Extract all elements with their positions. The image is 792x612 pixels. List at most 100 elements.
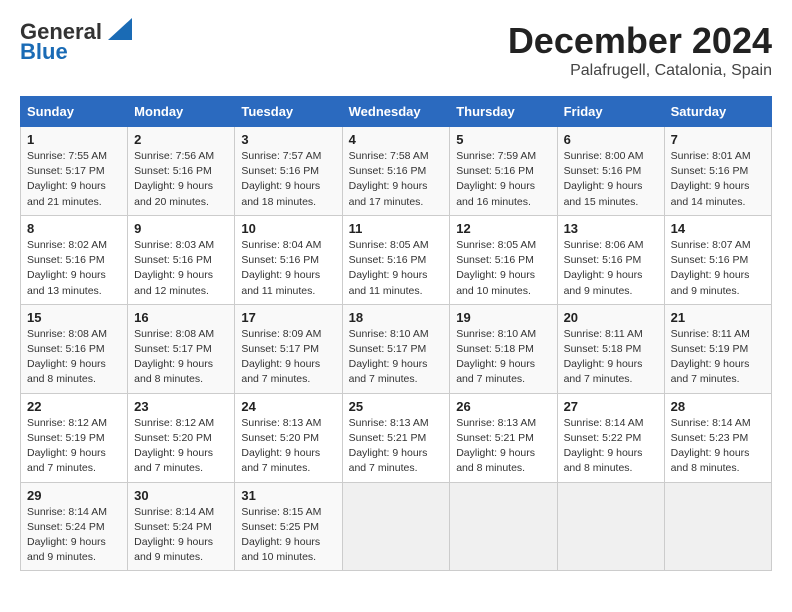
day-info: Sunrise: 8:11 AMSunset: 5:19 PMDaylight:… bbox=[671, 328, 750, 386]
col-header-thursday: Thursday bbox=[450, 97, 557, 127]
calendar-week-row: 1 Sunrise: 7:55 AMSunset: 5:17 PMDayligh… bbox=[21, 127, 772, 216]
calendar-cell bbox=[342, 482, 450, 571]
calendar-header-row: SundayMondayTuesdayWednesdayThursdayFrid… bbox=[21, 97, 772, 127]
day-number: 11 bbox=[349, 221, 444, 236]
day-number: 7 bbox=[671, 132, 765, 147]
col-header-tuesday: Tuesday bbox=[235, 97, 342, 127]
day-info: Sunrise: 7:56 AMSunset: 5:16 PMDaylight:… bbox=[134, 150, 214, 208]
day-number: 14 bbox=[671, 221, 765, 236]
day-info: Sunrise: 8:11 AMSunset: 5:18 PMDaylight:… bbox=[564, 328, 643, 386]
day-info: Sunrise: 8:01 AMSunset: 5:16 PMDaylight:… bbox=[671, 150, 751, 208]
day-info: Sunrise: 8:10 AMSunset: 5:17 PMDaylight:… bbox=[349, 328, 429, 386]
calendar-cell: 2 Sunrise: 7:56 AMSunset: 5:16 PMDayligh… bbox=[128, 127, 235, 216]
page-title: December 2024 bbox=[508, 20, 772, 62]
calendar-week-row: 15 Sunrise: 8:08 AMSunset: 5:16 PMDaylig… bbox=[21, 304, 772, 393]
title-block: December 2024 Palafrugell, Catalonia, Sp… bbox=[508, 20, 772, 80]
day-info: Sunrise: 8:14 AMSunset: 5:22 PMDaylight:… bbox=[564, 417, 644, 475]
day-info: Sunrise: 8:13 AMSunset: 5:20 PMDaylight:… bbox=[241, 417, 321, 475]
day-info: Sunrise: 8:15 AMSunset: 5:25 PMDaylight:… bbox=[241, 506, 321, 564]
calendar-cell: 30 Sunrise: 8:14 AMSunset: 5:24 PMDaylig… bbox=[128, 482, 235, 571]
day-info: Sunrise: 8:13 AMSunset: 5:21 PMDaylight:… bbox=[456, 417, 536, 475]
col-header-saturday: Saturday bbox=[664, 97, 771, 127]
calendar-cell: 25 Sunrise: 8:13 AMSunset: 5:21 PMDaylig… bbox=[342, 393, 450, 482]
day-info: Sunrise: 8:10 AMSunset: 5:18 PMDaylight:… bbox=[456, 328, 536, 386]
calendar-cell: 22 Sunrise: 8:12 AMSunset: 5:19 PMDaylig… bbox=[21, 393, 128, 482]
day-number: 16 bbox=[134, 310, 228, 325]
calendar-cell: 12 Sunrise: 8:05 AMSunset: 5:16 PMDaylig… bbox=[450, 215, 557, 304]
page-header: General Blue December 2024 Palafrugell, … bbox=[20, 20, 772, 80]
day-info: Sunrise: 8:00 AMSunset: 5:16 PMDaylight:… bbox=[564, 150, 644, 208]
day-number: 31 bbox=[241, 488, 335, 503]
day-info: Sunrise: 8:06 AMSunset: 5:16 PMDaylight:… bbox=[564, 239, 644, 297]
calendar-body: 1 Sunrise: 7:55 AMSunset: 5:17 PMDayligh… bbox=[21, 127, 772, 571]
day-number: 15 bbox=[27, 310, 121, 325]
calendar-cell: 26 Sunrise: 8:13 AMSunset: 5:21 PMDaylig… bbox=[450, 393, 557, 482]
calendar-cell: 3 Sunrise: 7:57 AMSunset: 5:16 PMDayligh… bbox=[235, 127, 342, 216]
col-header-monday: Monday bbox=[128, 97, 235, 127]
day-info: Sunrise: 8:08 AMSunset: 5:16 PMDaylight:… bbox=[27, 328, 107, 386]
col-header-wednesday: Wednesday bbox=[342, 97, 450, 127]
day-number: 12 bbox=[456, 221, 550, 236]
day-number: 26 bbox=[456, 399, 550, 414]
day-info: Sunrise: 8:07 AMSunset: 5:16 PMDaylight:… bbox=[671, 239, 751, 297]
day-number: 29 bbox=[27, 488, 121, 503]
calendar-cell: 4 Sunrise: 7:58 AMSunset: 5:16 PMDayligh… bbox=[342, 127, 450, 216]
day-info: Sunrise: 8:04 AMSunset: 5:16 PMDaylight:… bbox=[241, 239, 321, 297]
day-info: Sunrise: 7:58 AMSunset: 5:16 PMDaylight:… bbox=[349, 150, 429, 208]
logo-blue-text: Blue bbox=[20, 40, 68, 64]
calendar-cell: 29 Sunrise: 8:14 AMSunset: 5:24 PMDaylig… bbox=[21, 482, 128, 571]
day-number: 13 bbox=[564, 221, 658, 236]
day-number: 25 bbox=[349, 399, 444, 414]
calendar-cell: 21 Sunrise: 8:11 AMSunset: 5:19 PMDaylig… bbox=[664, 304, 771, 393]
calendar-cell: 23 Sunrise: 8:12 AMSunset: 5:20 PMDaylig… bbox=[128, 393, 235, 482]
calendar-cell: 9 Sunrise: 8:03 AMSunset: 5:16 PMDayligh… bbox=[128, 215, 235, 304]
day-number: 5 bbox=[456, 132, 550, 147]
page-subtitle: Palafrugell, Catalonia, Spain bbox=[508, 62, 772, 80]
calendar-cell: 14 Sunrise: 8:07 AMSunset: 5:16 PMDaylig… bbox=[664, 215, 771, 304]
calendar-cell: 18 Sunrise: 8:10 AMSunset: 5:17 PMDaylig… bbox=[342, 304, 450, 393]
calendar-cell bbox=[557, 482, 664, 571]
day-number: 21 bbox=[671, 310, 765, 325]
day-number: 22 bbox=[27, 399, 121, 414]
calendar-cell: 17 Sunrise: 8:09 AMSunset: 5:17 PMDaylig… bbox=[235, 304, 342, 393]
calendar-cell bbox=[664, 482, 771, 571]
day-number: 17 bbox=[241, 310, 335, 325]
day-number: 2 bbox=[134, 132, 228, 147]
day-number: 20 bbox=[564, 310, 658, 325]
day-number: 28 bbox=[671, 399, 765, 414]
logo: General Blue bbox=[20, 20, 132, 64]
calendar-cell: 5 Sunrise: 7:59 AMSunset: 5:16 PMDayligh… bbox=[450, 127, 557, 216]
day-info: Sunrise: 8:02 AMSunset: 5:16 PMDaylight:… bbox=[27, 239, 107, 297]
calendar-cell: 27 Sunrise: 8:14 AMSunset: 5:22 PMDaylig… bbox=[557, 393, 664, 482]
calendar-cell: 31 Sunrise: 8:15 AMSunset: 5:25 PMDaylig… bbox=[235, 482, 342, 571]
calendar-cell: 7 Sunrise: 8:01 AMSunset: 5:16 PMDayligh… bbox=[664, 127, 771, 216]
day-number: 24 bbox=[241, 399, 335, 414]
day-info: Sunrise: 7:57 AMSunset: 5:16 PMDaylight:… bbox=[241, 150, 321, 208]
day-number: 18 bbox=[349, 310, 444, 325]
day-info: Sunrise: 8:14 AMSunset: 5:23 PMDaylight:… bbox=[671, 417, 751, 475]
day-number: 9 bbox=[134, 221, 228, 236]
calendar-cell: 15 Sunrise: 8:08 AMSunset: 5:16 PMDaylig… bbox=[21, 304, 128, 393]
calendar-cell: 13 Sunrise: 8:06 AMSunset: 5:16 PMDaylig… bbox=[557, 215, 664, 304]
day-number: 8 bbox=[27, 221, 121, 236]
calendar-cell bbox=[450, 482, 557, 571]
day-number: 4 bbox=[349, 132, 444, 147]
day-number: 23 bbox=[134, 399, 228, 414]
day-info: Sunrise: 7:59 AMSunset: 5:16 PMDaylight:… bbox=[456, 150, 536, 208]
calendar-week-row: 22 Sunrise: 8:12 AMSunset: 5:19 PMDaylig… bbox=[21, 393, 772, 482]
logo-arrow-icon bbox=[104, 18, 132, 40]
day-info: Sunrise: 8:14 AMSunset: 5:24 PMDaylight:… bbox=[27, 506, 107, 564]
calendar-cell: 10 Sunrise: 8:04 AMSunset: 5:16 PMDaylig… bbox=[235, 215, 342, 304]
calendar-cell: 11 Sunrise: 8:05 AMSunset: 5:16 PMDaylig… bbox=[342, 215, 450, 304]
col-header-sunday: Sunday bbox=[21, 97, 128, 127]
calendar-week-row: 29 Sunrise: 8:14 AMSunset: 5:24 PMDaylig… bbox=[21, 482, 772, 571]
day-number: 3 bbox=[241, 132, 335, 147]
day-info: Sunrise: 8:03 AMSunset: 5:16 PMDaylight:… bbox=[134, 239, 214, 297]
day-info: Sunrise: 8:05 AMSunset: 5:16 PMDaylight:… bbox=[456, 239, 536, 297]
calendar-cell: 1 Sunrise: 7:55 AMSunset: 5:17 PMDayligh… bbox=[21, 127, 128, 216]
day-info: Sunrise: 8:08 AMSunset: 5:17 PMDaylight:… bbox=[134, 328, 214, 386]
day-info: Sunrise: 8:14 AMSunset: 5:24 PMDaylight:… bbox=[134, 506, 214, 564]
day-number: 27 bbox=[564, 399, 658, 414]
day-info: Sunrise: 8:13 AMSunset: 5:21 PMDaylight:… bbox=[349, 417, 429, 475]
calendar-table: SundayMondayTuesdayWednesdayThursdayFrid… bbox=[20, 96, 772, 571]
